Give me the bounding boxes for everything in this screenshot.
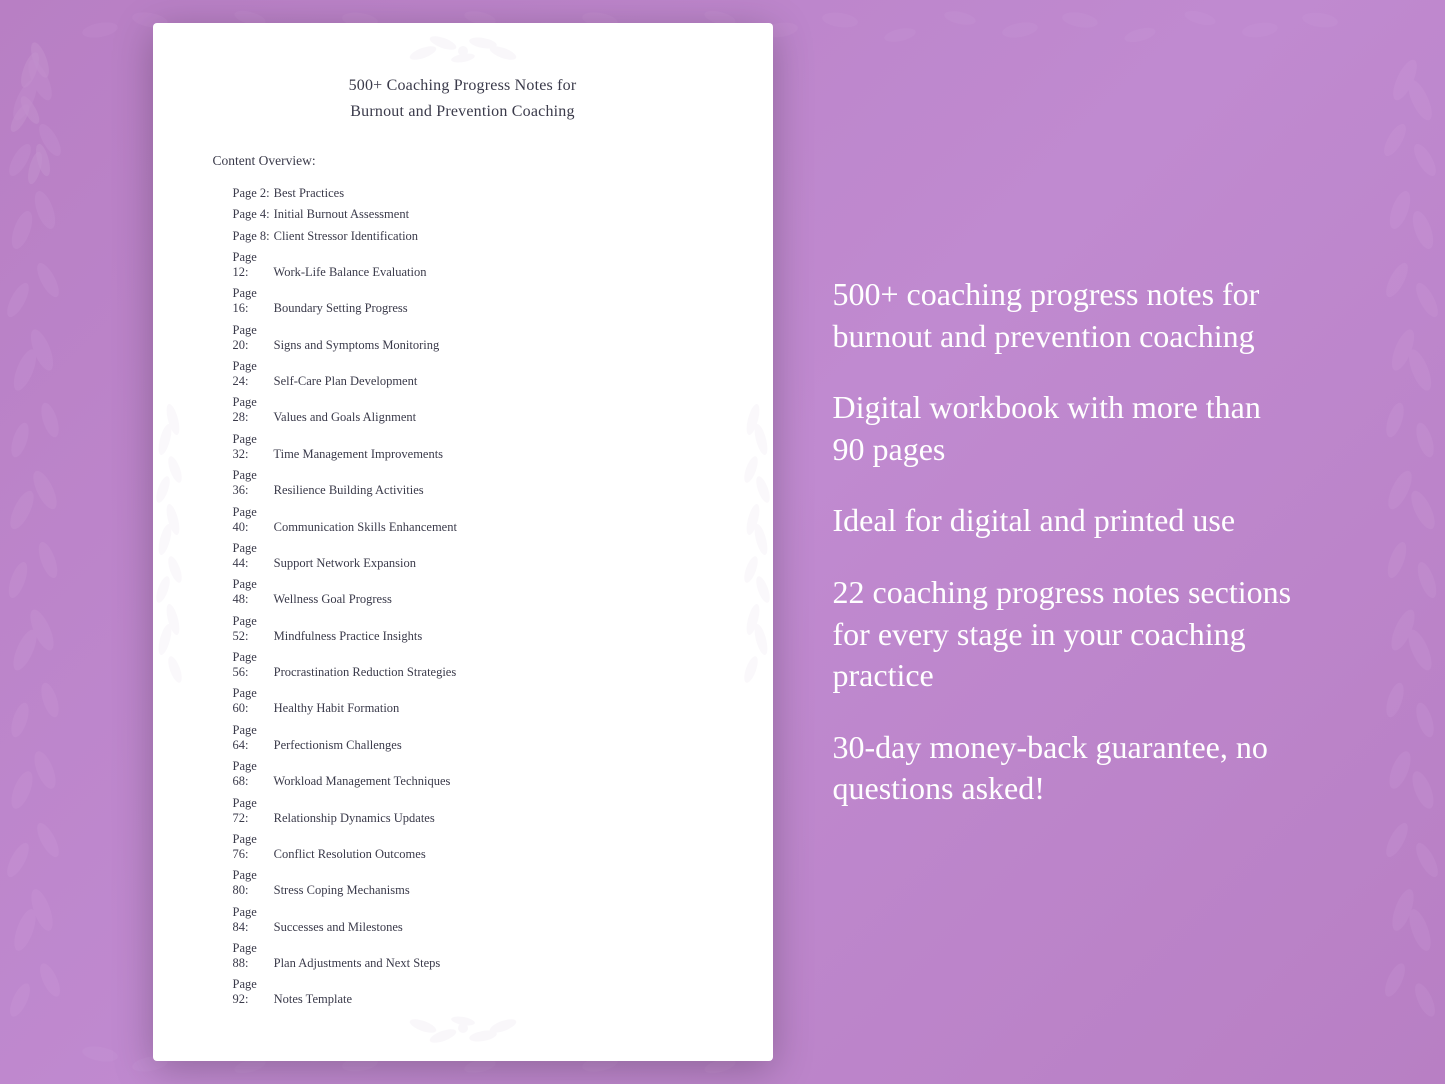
toc-item: Page 24: Self-Care Plan Development	[213, 356, 713, 392]
toc-item: Page 16: Boundary Setting Progress	[213, 283, 713, 319]
feature-item-2: Ideal for digital and printed use	[833, 500, 1293, 542]
toc-item: Page 92: Notes Template	[213, 974, 713, 1010]
doc-floral-right	[733, 390, 773, 695]
toc-item: Page 84: Successes and Milestones	[213, 901, 713, 937]
toc-item: Page 64: Perfectionism Challenges	[213, 720, 713, 756]
doc-floral-left	[153, 390, 193, 695]
toc-item: Page 2: Best Practices	[213, 183, 713, 204]
document-title: 500+ Coaching Progress Notes for Burnout…	[213, 73, 713, 124]
feature-item-0: 500+ coaching progress notes for burnout…	[833, 274, 1293, 357]
toc-item: Page 56: Procrastination Reduction Strat…	[213, 647, 713, 683]
main-container: 500+ Coaching Progress Notes for Burnout…	[0, 0, 1445, 1084]
toc-item: Page 36: Resilience Building Activities	[213, 465, 713, 501]
toc-item: Page 88: Plan Adjustments and Next Steps	[213, 938, 713, 974]
features-panel: 500+ coaching progress notes for burnout…	[833, 274, 1293, 810]
toc-item: Page 8: Client Stressor Identification	[213, 225, 713, 246]
feature-item-3: 22 coaching progress notes sections for …	[833, 572, 1293, 697]
toc-item: Page 32: Time Management Improvements	[213, 429, 713, 465]
toc-item: Page 60: Healthy Habit Formation	[213, 683, 713, 719]
toc-item: Page 28: Values and Goals Alignment	[213, 392, 713, 428]
toc-item: Page 12: Work-Life Balance Evaluation	[213, 247, 713, 283]
toc-item: Page 4: Initial Burnout Assessment	[213, 204, 713, 225]
toc-item: Page 80: Stress Coping Mechanisms	[213, 865, 713, 901]
feature-item-4: 30-day money-back guarantee, no question…	[833, 727, 1293, 810]
toc-item: Page 76: Conflict Resolution Outcomes	[213, 829, 713, 865]
toc-item: Page 20: Signs and Symptoms Monitoring	[213, 319, 713, 355]
content-overview-label: Content Overview:	[213, 153, 713, 169]
feature-item-1: Digital workbook with more than 90 pages	[833, 387, 1293, 470]
toc-item: Page 40: Communication Skills Enhancemen…	[213, 501, 713, 537]
document-page: 500+ Coaching Progress Notes for Burnout…	[153, 23, 773, 1060]
toc-item: Page 44: Support Network Expansion	[213, 538, 713, 574]
toc-item: Page 72: Relationship Dynamics Updates	[213, 792, 713, 828]
toc-item: Page 48: Wellness Goal Progress	[213, 574, 713, 610]
toc-list: Page 2: Best PracticesPage 4: Initial Bu…	[213, 183, 713, 1011]
toc-item: Page 68: Workload Management Techniques	[213, 756, 713, 792]
toc-item: Page 52: Mindfulness Practice Insights	[213, 610, 713, 646]
